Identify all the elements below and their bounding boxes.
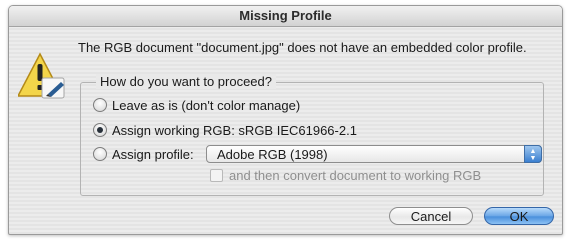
message-text: The RGB document "document.jpg" does not… [78, 40, 527, 55]
radio-button[interactable] [93, 123, 107, 137]
profile-select-value: Adobe RGB (1998) [217, 147, 328, 162]
radio-assign-working-rgb[interactable]: Assign working RGB: sRGB IEC61966-2.1 [93, 121, 357, 139]
dialog-title: Missing Profile [9, 6, 562, 27]
ok-button[interactable]: OK [484, 207, 554, 225]
profile-select[interactable]: Adobe RGB (1998) ▲ ▼ [206, 145, 542, 163]
cancel-button[interactable]: Cancel [389, 207, 473, 225]
radio-leave-as-is[interactable]: Leave as is (don't color manage) [93, 96, 300, 114]
convert-checkbox-row[interactable]: and then convert document to working RGB [210, 168, 481, 183]
caution-triangle-icon [18, 52, 65, 99]
radio-label: Leave as is (don't color manage) [112, 97, 301, 113]
radio-label: Assign profile: [112, 146, 194, 162]
convert-checkbox-label: and then convert document to working RGB [229, 168, 482, 183]
convert-checkbox[interactable] [210, 169, 223, 182]
up-down-arrows-icon: ▲ ▼ [524, 145, 542, 163]
group-title: How do you want to proceed? [96, 74, 276, 89]
radio-button[interactable] [93, 147, 107, 161]
radio-label: Assign working RGB: sRGB IEC61966-2.1 [112, 122, 357, 138]
radio-button[interactable] [93, 98, 107, 112]
radio-assign-profile[interactable]: Assign profile: [93, 145, 194, 163]
